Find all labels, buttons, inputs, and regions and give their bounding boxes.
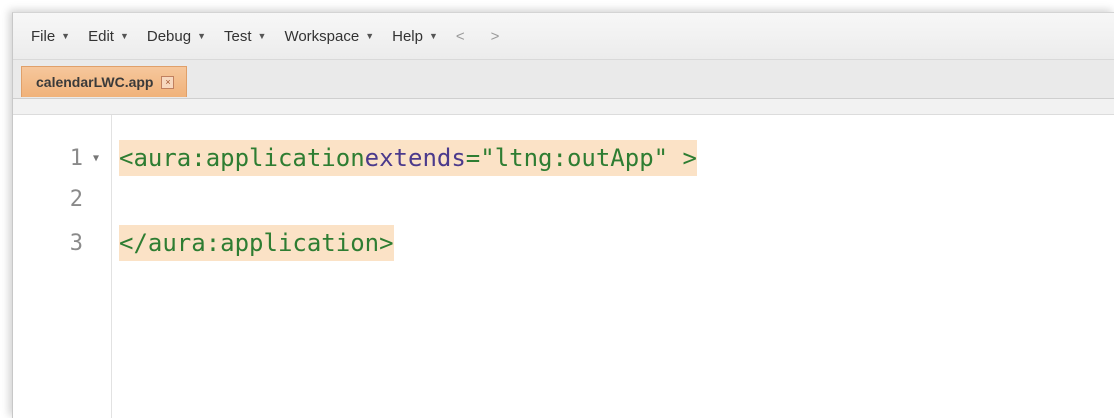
- tag-close: </aura:application>: [119, 229, 394, 257]
- back-arrow-button[interactable]: <: [456, 28, 465, 45]
- close-icon[interactable]: ×: [161, 75, 175, 89]
- menu-test[interactable]: Test ▼: [224, 28, 266, 45]
- menu-bar: File ▼ Edit ▼ Debug ▼ Test ▼ Workspace ▼…: [13, 13, 1114, 59]
- tab-label: calendarLWC.app: [36, 74, 154, 90]
- equals-sign: =: [465, 144, 481, 172]
- menu-edit[interactable]: Edit ▼: [88, 28, 129, 45]
- tag-close-bracket: >: [668, 144, 697, 172]
- chevron-down-icon: ▼: [119, 31, 129, 41]
- code-text: <aura:application extends = "ltng:outApp" …: [119, 140, 697, 176]
- code-text: </aura:application>: [119, 225, 394, 261]
- menu-file[interactable]: File ▼: [31, 28, 70, 45]
- chevron-down-icon: ▼: [197, 31, 206, 41]
- chevron-down-icon: ▼: [428, 31, 438, 41]
- menu-help[interactable]: Help ▼: [392, 28, 438, 45]
- chevron-down-icon: ▼: [257, 31, 267, 41]
- menu-debug-label: Debug: [146, 27, 192, 45]
- menu-test-label: Test: [224, 27, 252, 45]
- menu-edit-label: Edit: [88, 27, 114, 45]
- menu-debug[interactable]: Debug ▼: [147, 28, 206, 45]
- menu-workspace-label: Workspace: [284, 27, 360, 45]
- menu-file-label: File: [31, 27, 56, 45]
- chevron-down-icon: ▼: [365, 31, 375, 41]
- tab-bar: calendarLWC.app ×: [13, 59, 1114, 99]
- line-number: 3: [69, 230, 83, 256]
- menu-workspace[interactable]: Workspace ▼: [284, 28, 374, 45]
- code-editor[interactable]: 1 ▼ <aura:application extends = "ltng:outA…: [13, 114, 1114, 418]
- line-number: 2: [69, 186, 83, 212]
- menu-help-label: Help: [392, 27, 423, 45]
- tag-open: <aura:application: [119, 144, 365, 172]
- tab-calendarlwc-app[interactable]: calendarLWC.app ×: [21, 66, 188, 97]
- fold-toggle-icon[interactable]: ▼: [93, 153, 99, 164]
- attribute-name: extends: [364, 144, 466, 172]
- ide-window: File ▼ Edit ▼ Debug ▼ Test ▼ Workspace ▼…: [12, 12, 1114, 418]
- line-number: 1: [69, 145, 83, 171]
- chevron-down-icon: ▼: [61, 31, 71, 41]
- forward-arrow-button[interactable]: >: [491, 28, 500, 45]
- attribute-value: "ltng:outApp": [480, 144, 669, 172]
